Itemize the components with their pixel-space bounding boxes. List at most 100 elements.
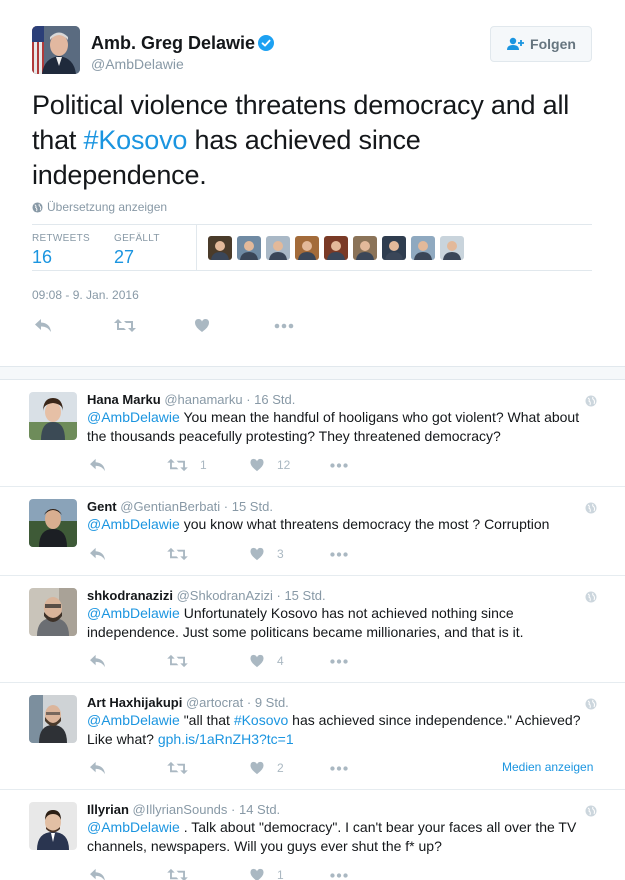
likes-count[interactable]: 27 [114, 247, 160, 268]
more-button[interactable] [329, 868, 349, 880]
reply-avatar[interactable] [29, 802, 77, 850]
retweets-count[interactable]: 16 [32, 247, 90, 268]
reply-tweet[interactable]: Illyrian @IllyrianSounds · 14 Std. @AmbDe… [0, 790, 625, 880]
liker-avatar[interactable] [353, 236, 377, 260]
reply-timestamp[interactable]: 16 Std. [254, 392, 295, 407]
mention-link[interactable]: @AmbDelawie [87, 605, 180, 621]
liker-avatar[interactable] [411, 236, 435, 260]
heart-icon [250, 547, 264, 561]
more-icon [330, 463, 348, 468]
reply-timestamp[interactable]: 9 Std. [255, 695, 289, 710]
hashtag-link[interactable]: #Kosovo [234, 712, 288, 728]
like-button[interactable]: 2 [249, 761, 284, 775]
reply-avatar[interactable] [29, 695, 77, 743]
author-avatar[interactable] [32, 26, 80, 74]
reply-button[interactable] [89, 654, 106, 668]
reply-author-handle[interactable]: @artocrat [186, 695, 243, 710]
retweets-stat[interactable]: RETWEETS 16 [32, 233, 90, 268]
reply-text: you know what threatens democracy the mo… [179, 516, 550, 532]
liker-avatar[interactable] [440, 236, 464, 260]
reply-timestamp[interactable]: 15 Std. [284, 588, 325, 603]
more-button[interactable] [329, 761, 349, 775]
reply-header: Art Haxhijakupi @artocrat · 9 Std. [87, 695, 289, 710]
likes-stat[interactable]: GEFÄLLT 27 [114, 233, 160, 268]
retweets-label: RETWEETS [32, 233, 90, 244]
globe-icon[interactable] [585, 698, 597, 710]
author-handle[interactable]: @AmbDelawie [91, 56, 184, 72]
reply-author-name[interactable]: Art Haxhijakupi [87, 695, 182, 710]
more-button[interactable] [329, 547, 349, 561]
retweet-button[interactable] [167, 547, 200, 561]
like-count: 4 [277, 654, 284, 668]
retweet-button[interactable] [167, 654, 200, 668]
reply-body: @AmbDelawie . Talk about "democracy". I … [87, 818, 597, 856]
liker-avatar[interactable] [382, 236, 406, 260]
like-button[interactable]: 4 [249, 654, 284, 668]
mention-link[interactable]: @AmbDelawie [87, 712, 180, 728]
more-button[interactable] [329, 654, 349, 668]
retweet-count: 1 [200, 458, 207, 472]
reply-author-name[interactable]: Hana Marku [87, 392, 161, 407]
hashtag-link[interactable]: #Kosovo [84, 125, 188, 155]
like-button[interactable]: 12 [249, 458, 290, 472]
like-button[interactable]: 1 [249, 868, 284, 880]
reply-separator: · [272, 588, 285, 603]
reply-button[interactable] [34, 318, 52, 333]
heart-icon [195, 319, 209, 332]
reply-button[interactable] [89, 547, 106, 561]
liker-avatar[interactable] [324, 236, 348, 260]
reply-avatar[interactable] [29, 392, 77, 440]
liker-avatar[interactable] [266, 236, 290, 260]
stats-divider [196, 225, 197, 270]
retweet-button[interactable] [167, 868, 200, 880]
show-media-link[interactable]: Medien anzeigen [502, 760, 593, 774]
mention-link[interactable]: @AmbDelawie [87, 409, 180, 425]
reply-tweet[interactable]: Art Haxhijakupi @artocrat · 9 Std. @AmbDe… [0, 683, 625, 790]
follow-button[interactable]: Folgen [490, 26, 592, 62]
globe-icon [32, 201, 43, 213]
more-button[interactable] [329, 458, 349, 472]
globe-icon[interactable] [585, 395, 597, 407]
retweet-button[interactable]: 1 [167, 458, 207, 472]
reply-author-handle[interactable]: @GentianBerbati [120, 499, 220, 514]
reply-button[interactable] [89, 868, 106, 880]
like-button[interactable] [194, 318, 210, 333]
translate-link[interactable]: Übersetzung anzeigen [32, 200, 167, 214]
reply-text: "all that [179, 712, 234, 728]
globe-icon[interactable] [585, 805, 597, 817]
reply-avatar[interactable] [29, 588, 77, 636]
reply-tweet[interactable]: Hana Marku @hanamarku · 16 Std. @AmbDelaw… [0, 380, 625, 487]
liker-avatar[interactable] [208, 236, 232, 260]
reply-author-name[interactable]: Gent [87, 499, 117, 514]
liker-avatar[interactable] [237, 236, 261, 260]
retweet-icon [167, 654, 188, 668]
globe-icon[interactable] [585, 591, 597, 603]
reply-button[interactable] [89, 761, 106, 775]
more-icon [274, 323, 294, 329]
mention-link[interactable]: @AmbDelawie [87, 516, 180, 532]
reply-tweet[interactable]: Gent @GentianBerbati · 15 Std. @AmbDelawi… [0, 487, 625, 576]
reply-timestamp[interactable]: 14 Std. [239, 802, 280, 817]
like-button[interactable]: 3 [249, 547, 284, 561]
mention-link[interactable]: @AmbDelawie [87, 819, 180, 835]
section-divider [0, 366, 625, 380]
globe-icon[interactable] [585, 502, 597, 514]
author-name[interactable]: Amb. Greg Delawie [91, 33, 275, 54]
translate-label[interactable]: Übersetzung anzeigen [47, 200, 167, 214]
reply-button[interactable] [89, 458, 106, 472]
reply-author-name[interactable]: Illyrian [87, 802, 129, 817]
more-button[interactable] [274, 318, 294, 333]
retweet-button[interactable] [114, 318, 136, 333]
retweet-button[interactable] [167, 761, 200, 775]
tweet-timestamp[interactable]: 09:08 - 9. Jan. 2016 [32, 288, 139, 302]
reply-timestamp[interactable]: 15 Std. [232, 499, 273, 514]
reply-avatar[interactable] [29, 499, 77, 547]
author-name-text[interactable]: Amb. Greg Delawie [91, 33, 255, 53]
reply-author-handle[interactable]: @ShkodranAzizi [177, 588, 273, 603]
reply-author-handle[interactable]: @hanamarku [164, 392, 242, 407]
liker-avatar[interactable] [295, 236, 319, 260]
reply-author-name[interactable]: shkodranazizi [87, 588, 173, 603]
reply-author-handle[interactable]: @IllyrianSounds [133, 802, 228, 817]
reply-tweet[interactable]: shkodranazizi @ShkodranAzizi · 15 Std. @A… [0, 576, 625, 683]
url-link[interactable]: gph.is/1aRnZH3?tc=1 [158, 731, 294, 747]
